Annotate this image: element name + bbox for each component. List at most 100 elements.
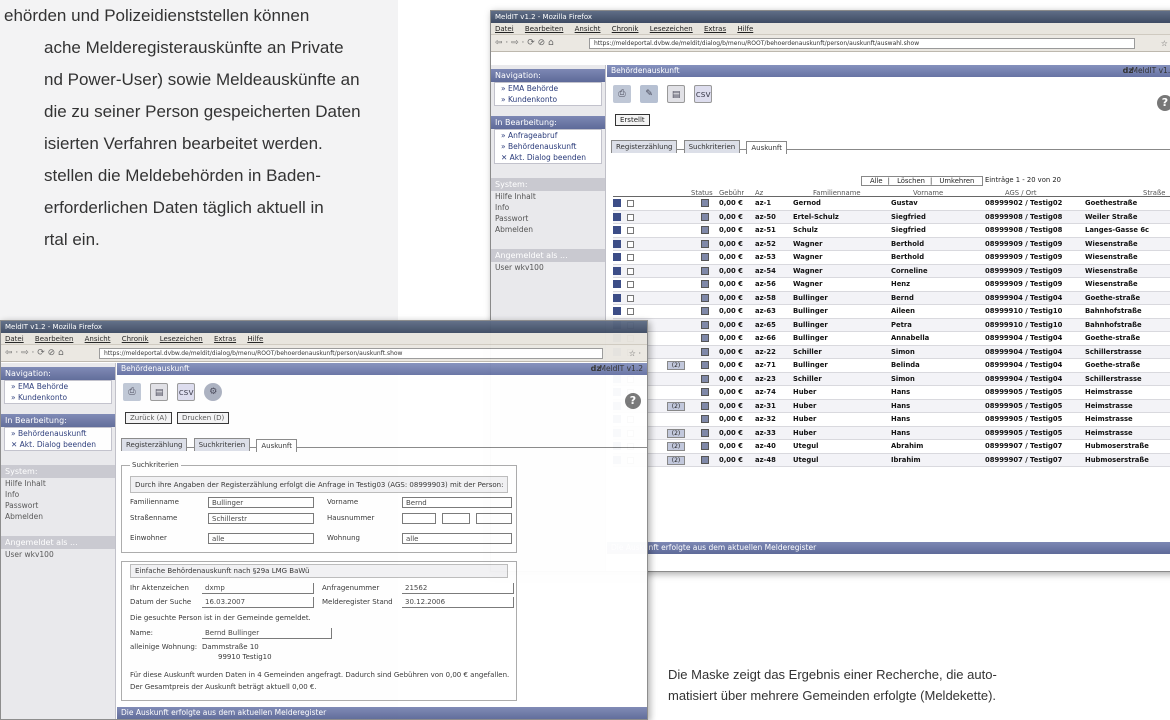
hit-count-badge[interactable]: (2) — [667, 361, 685, 370]
family-name-field[interactable]: Bullinger — [208, 497, 314, 508]
open-row-icon[interactable] — [613, 293, 621, 302]
col-header-status[interactable]: Status — [691, 189, 713, 197]
tab-search[interactable]: Suchkriterien — [683, 140, 741, 153]
table-row[interactable]: (2) 0,00 € az-33 Huber Hans 08999905 / Testig… — [613, 426, 1170, 440]
sidebar-item-authority-info[interactable]: » Behördenauskunft — [495, 141, 601, 152]
print-icon[interactable]: ⎙ — [123, 382, 141, 401]
sidebar-item-password[interactable]: Passwort — [491, 213, 605, 224]
table-row[interactable]: 0,00 € az-51 Schulz Siegfried 08999908 / Tes… — [613, 224, 1170, 238]
menu-item-file[interactable]: Datei — [5, 335, 24, 343]
table-row[interactable]: (2) 0,00 € az-48 Ütegul Ibrahim 08999907 / Te… — [613, 453, 1170, 467]
tab-register[interactable]: Registerzählung — [121, 438, 188, 451]
col-header-ags[interactable]: AGS / Ort — [1005, 189, 1037, 197]
window-titlebar[interactable]: MeldIT v1.2 - Mozilla Firefox — [1, 321, 647, 333]
tab-result[interactable]: Auskunft — [746, 141, 788, 154]
print-icon[interactable]: ⎙ — [613, 84, 631, 103]
delete-link[interactable]: Löschen — [897, 177, 925, 185]
csv-icon[interactable]: csv — [694, 84, 713, 103]
table-row[interactable]: 0,00 € az-1 Gernod Gustav 08999902 / Testig0… — [613, 197, 1170, 211]
menu-item-tools[interactable]: Extras — [214, 335, 236, 343]
hit-count-badge[interactable]: (2) — [667, 428, 685, 438]
sidebar-item-ema[interactable]: » EMA Behörde — [5, 381, 111, 392]
sidebar-item-logout[interactable]: Abmelden — [1, 511, 115, 522]
table-row[interactable]: 0,00 € az-54 Wagner Corneline 08999909 / Tes… — [613, 264, 1170, 278]
hit-count-badge[interactable]: (2) — [667, 455, 685, 465]
sidebar-item-password[interactable]: Passwort — [1, 500, 115, 511]
address-bar[interactable]: https://meldeportal.dvbw.de/meldit/dialo… — [99, 348, 603, 359]
row-checkbox[interactable] — [627, 281, 634, 288]
row-checkbox[interactable] — [627, 254, 634, 261]
house-extra-field[interactable] — [476, 513, 512, 524]
table-row[interactable]: (2) 0,00 € az-31 Huber Hans 08999905 / Testig… — [613, 399, 1170, 413]
col-header-street[interactable]: Straße — [1143, 189, 1165, 197]
sidebar-item-info[interactable]: Info — [1, 489, 115, 500]
row-checkbox[interactable] — [627, 213, 634, 221]
row-checkbox[interactable] — [627, 308, 634, 315]
hit-count-badge[interactable]: (2) — [667, 442, 685, 451]
sidebar-item-requests[interactable]: » Anfrageabruf — [495, 130, 601, 141]
open-row-icon[interactable] — [613, 212, 621, 221]
print-button[interactable]: Drucken (D) — [177, 412, 230, 424]
street-field[interactable]: Schillerstr — [208, 513, 314, 524]
sidebar-item-authority-info[interactable]: » Behördenauskunft — [5, 428, 111, 439]
pdf-icon[interactable]: ▤ — [150, 382, 169, 401]
table-row[interactable]: (2) 0,00 € az-40 Ütegul Abrahim 08999907 / Te… — [613, 440, 1170, 454]
home-field[interactable]: alle — [402, 533, 512, 544]
col-header-fee[interactable]: Gebühr — [719, 189, 744, 197]
address-bar[interactable]: https://meldeportal.dvbw.de/meldit/dialo… — [589, 38, 1135, 49]
open-row-icon[interactable] — [613, 226, 621, 234]
col-header-firstname[interactable]: Vorname — [913, 189, 943, 197]
create-button[interactable]: Erstellt — [615, 114, 650, 126]
settings-icon[interactable]: ⚙ — [204, 382, 223, 401]
sidebar-item-help[interactable]: Hilfe Inhalt — [1, 478, 115, 489]
resident-field[interactable]: alle — [208, 533, 314, 544]
edit-icon[interactable]: ✎ — [640, 84, 659, 103]
invert-link[interactable]: Umkehren — [939, 177, 974, 185]
table-row[interactable]: 0,00 € az-58 Bullinger Bernd 08999904 / Test… — [613, 291, 1170, 305]
hit-count-badge[interactable]: (2) — [667, 401, 685, 411]
row-checkbox[interactable] — [627, 240, 634, 248]
open-row-icon[interactable] — [613, 280, 621, 288]
sidebar-item-end-dialog[interactable]: ✕ Akt. Dialog beenden — [495, 152, 601, 163]
table-row[interactable]: 0,00 € az-22 Schiller Simon 08999904 / Testi… — [613, 345, 1170, 359]
menu-item-tools[interactable]: Extras — [704, 25, 726, 33]
menu-item-history[interactable]: Chronik — [122, 335, 149, 343]
table-row[interactable]: 0,00 € az-66 Bullinger Annabella 08999904 / … — [613, 332, 1170, 346]
table-row[interactable]: 0,00 € az-32 Huber Hans 08999905 / Testig05 H… — [613, 413, 1170, 427]
open-row-icon[interactable] — [613, 199, 621, 207]
menu-item-view[interactable]: Ansicht — [85, 335, 111, 343]
sidebar-item-account[interactable]: » Kundenkonto — [495, 94, 601, 105]
select-all-link[interactable]: Alle — [870, 177, 883, 185]
menu-item-file[interactable]: Datei — [495, 25, 514, 33]
sidebar-item-logout[interactable]: Abmelden — [491, 224, 605, 235]
table-row[interactable]: 0,00 € az-74 Huber Hans 08999905 / Testig05 H… — [613, 386, 1170, 400]
table-row[interactable]: 0,00 € az-56 Wagner Henz 08999909 / Testig09… — [613, 278, 1170, 292]
sidebar-item-ema[interactable]: » EMA Behörde — [495, 83, 601, 94]
nav-buttons-icon[interactable]: ⇦ · ⇨ · ⟳ ⊘ ⌂ — [495, 35, 587, 52]
menu-item-edit[interactable]: Bearbeiten — [525, 25, 563, 33]
window-titlebar[interactable]: MeldIT v1.2 - Mozilla Firefox — [491, 11, 1170, 23]
col-header-az[interactable]: Az — [755, 189, 763, 197]
open-row-icon[interactable] — [613, 266, 621, 275]
menu-item-view[interactable]: Ansicht — [575, 25, 601, 33]
nav-buttons-icon[interactable]: ⇦ · ⇨ · ⟳ ⊘ ⌂ — [5, 345, 97, 362]
row-checkbox[interactable] — [627, 294, 634, 302]
menu-item-edit[interactable]: Bearbeiten — [35, 335, 73, 343]
first-name-field[interactable]: Bernd — [402, 497, 512, 508]
table-row[interactable]: 0,00 € az-52 Wagner Berthold 08999909 / Test… — [613, 237, 1170, 251]
open-row-icon[interactable] — [613, 239, 621, 248]
sidebar-item-info[interactable]: Info — [491, 202, 605, 213]
table-row[interactable]: (2) 0,00 € az-71 Bullinger Belinda 08999904 /… — [613, 359, 1170, 373]
row-checkbox[interactable] — [627, 200, 634, 207]
tab-register[interactable]: Registerzählung — [611, 140, 678, 153]
menu-item-help[interactable]: Hilfe — [737, 25, 753, 33]
table-row[interactable]: 0,00 € az-23 Schiller Simon 08999904 / Testi… — [613, 372, 1170, 386]
table-row[interactable]: 0,00 € az-63 Bullinger Aileen 08999910 / Tes… — [613, 305, 1170, 319]
menu-item-bookmarks[interactable]: Lesezeichen — [650, 25, 693, 33]
menu-item-bookmarks[interactable]: Lesezeichen — [160, 335, 203, 343]
help-icon[interactable]: ? — [1157, 95, 1170, 111]
bookmark-star-icon[interactable]: ☆ · — [1161, 35, 1170, 52]
sidebar-item-end-dialog[interactable]: ✕ Akt. Dialog beenden — [5, 439, 111, 450]
help-icon[interactable]: ? — [625, 393, 641, 409]
menu-item-help[interactable]: Hilfe — [247, 335, 263, 343]
